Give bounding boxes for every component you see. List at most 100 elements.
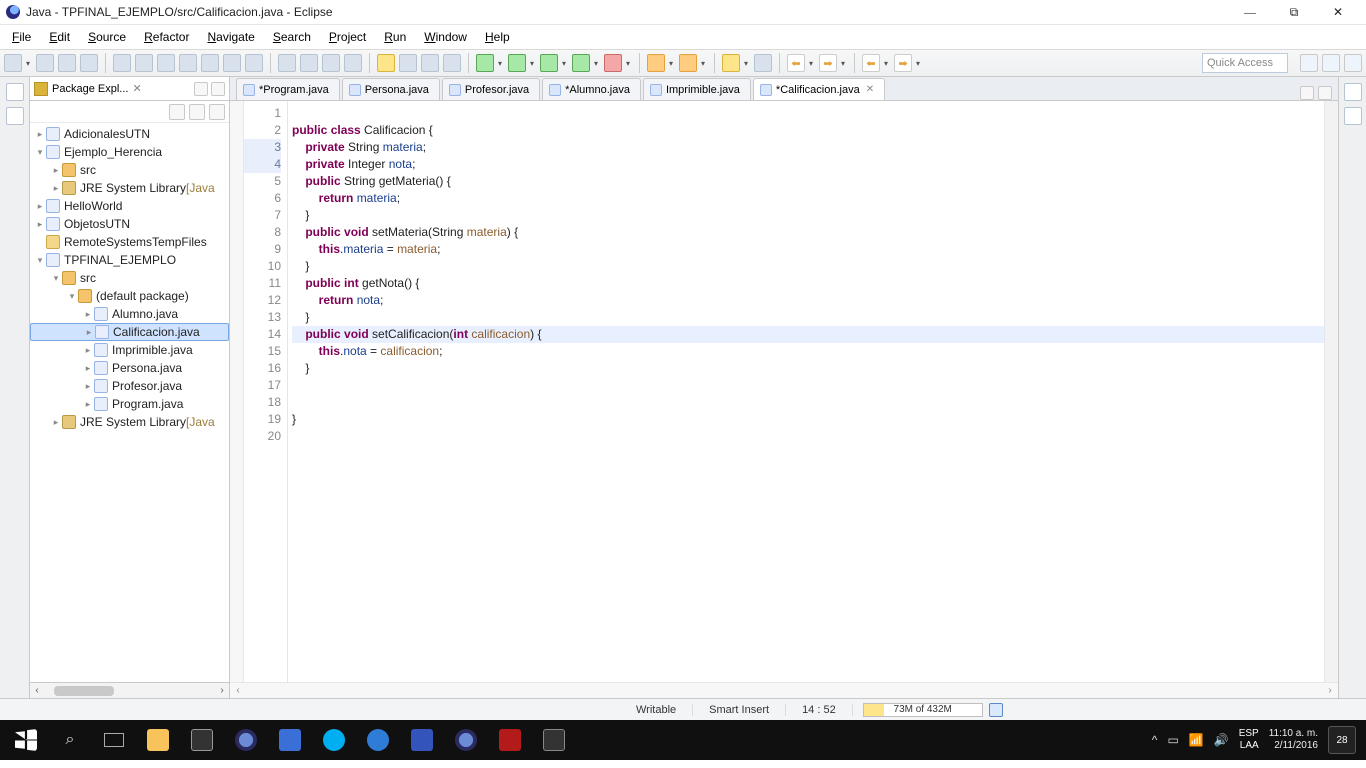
close-view-icon[interactable]: ✕ [132,82,141,95]
maximize-button[interactable]: ⧉ [1272,0,1316,25]
forward-history-button[interactable]: ➡ [894,54,912,72]
coverage-button[interactable] [540,54,558,72]
view-maximize-button[interactable] [211,82,225,96]
link-editor-button[interactable] [189,104,205,120]
taskbar-skype[interactable] [312,720,356,760]
tree-node[interactable]: ▸HelloWorld [30,197,229,215]
tray-language-2[interactable]: LAA [1240,740,1259,752]
highlight-button[interactable] [377,54,395,72]
tree-node[interactable]: ▸AdicionalesUTN [30,125,229,143]
back-history-button[interactable]: ⬅ [862,54,880,72]
tree-node[interactable]: ▸JRE System Library [Java [30,179,229,197]
debug-button[interactable] [476,54,494,72]
code-editor[interactable]: public class Calificacion { private Stri… [288,101,1324,682]
tool-button[interactable] [443,54,461,72]
editor-tab[interactable]: *Alumno.java [542,78,641,100]
step-into-button[interactable] [201,54,219,72]
print-button[interactable] [80,54,98,72]
editor-tab[interactable]: Profesor.java [442,78,540,100]
menu-project[interactable]: Project [321,28,374,46]
taskbar-eclipse[interactable] [224,720,268,760]
heap-status-bar[interactable]: 73M of 432M [863,703,983,717]
open-perspective-button[interactable] [1300,54,1318,72]
tree-node[interactable]: ▸JRE System Library [Java [30,413,229,431]
menu-source[interactable]: Source [80,28,134,46]
save-all-button[interactable] [58,54,76,72]
close-button[interactable]: ✕ [1316,0,1360,25]
menu-search[interactable]: Search [265,28,319,46]
java-perspective-button[interactable] [1322,54,1340,72]
taskbar-app[interactable] [268,720,312,760]
editor-tab[interactable]: *Program.java [236,78,340,100]
editor-tab[interactable]: Imprimible.java [643,78,751,100]
menu-file[interactable]: File [4,28,39,46]
editor-tab[interactable]: Persona.java [342,78,440,100]
tool-button[interactable] [278,54,296,72]
tree-node[interactable]: ▾(default package) [30,287,229,305]
taskbar-acrobat[interactable] [488,720,532,760]
tree-node[interactable]: ▸Calificacion.java [30,323,229,341]
tray-wifi-icon[interactable]: 📶 [1189,733,1204,747]
close-tab-icon[interactable]: ✕ [866,84,874,95]
save-button[interactable] [36,54,54,72]
quick-access-input[interactable]: Quick Access [1202,53,1288,73]
debug-perspective-button[interactable] [1344,54,1362,72]
menu-refactor[interactable]: Refactor [136,28,197,46]
new-package-button[interactable] [647,54,665,72]
tree-node[interactable]: ▾src [30,269,229,287]
run-last-button[interactable] [572,54,590,72]
overview-ruler[interactable] [1324,101,1338,682]
task-view-button[interactable] [92,720,136,760]
editor-maximize-button[interactable] [1318,86,1332,100]
line-number-gutter[interactable]: 1234567891011121314151617181920 [244,101,288,682]
minimize-button[interactable]: — [1228,0,1272,25]
tray-volume-icon[interactable]: 🔊 [1214,733,1229,747]
tree-node[interactable]: ▾Ejemplo_Herencia [30,143,229,161]
tray-clock[interactable]: 11:10 a. m. 2/11/2016 [1269,728,1318,752]
menu-help[interactable]: Help [477,28,518,46]
start-button[interactable] [4,720,48,760]
tool-button[interactable] [300,54,318,72]
action-center-button[interactable]: 28 [1328,726,1356,754]
tree-node[interactable]: RemoteSystemsTempFiles [30,233,229,251]
search-button[interactable] [722,54,740,72]
menu-navigate[interactable]: Navigate [199,28,262,46]
tree-node[interactable]: ▸src [30,161,229,179]
tool-button[interactable] [399,54,417,72]
cortana-search-button[interactable]: ⌕ [48,720,92,760]
minimized-view-button[interactable] [6,107,24,125]
minimized-view-button[interactable] [6,83,24,101]
tree-node[interactable]: ▸Profesor.java [30,377,229,395]
step-over-button[interactable] [223,54,241,72]
external-tools-button[interactable] [604,54,622,72]
tray-chevron-up-icon[interactable]: ^ [1152,733,1158,747]
taskbar-photos[interactable] [532,720,576,760]
menu-edit[interactable]: Edit [41,28,78,46]
taskbar-store[interactable] [180,720,224,760]
debug-disconnect-button[interactable] [179,54,197,72]
tree-node[interactable]: ▸Persona.java [30,359,229,377]
menu-window[interactable]: Window [416,28,475,46]
run-gc-button[interactable] [989,703,1003,717]
tree-node[interactable]: ▸Alumno.java [30,305,229,323]
new-button[interactable] [4,54,22,72]
tree-node[interactable]: ▸Imprimible.java [30,341,229,359]
collapse-all-button[interactable] [169,104,185,120]
explorer-horizontal-scrollbar[interactable]: ‹› [30,682,229,698]
tray-language-1[interactable]: ESP [1239,728,1259,740]
debug-stop-button[interactable] [157,54,175,72]
run-button[interactable] [508,54,526,72]
view-menu-button[interactable] [209,104,225,120]
view-minimize-button[interactable] [194,82,208,96]
editor-minimize-button[interactable] [1300,86,1314,100]
debug-pause-button[interactable] [135,54,153,72]
taskbar-edge[interactable] [356,720,400,760]
editor-tab[interactable]: *Calificacion.java✕ [753,78,885,100]
step-return-button[interactable] [245,54,263,72]
forward-button[interactable]: ➡ [819,54,837,72]
minimized-view-button[interactable] [1344,107,1362,125]
tool-button[interactable] [421,54,439,72]
tree-node[interactable]: ▸Program.java [30,395,229,413]
taskbar-file-explorer[interactable] [136,720,180,760]
editor-horizontal-scrollbar[interactable]: ‹› [230,682,1338,698]
